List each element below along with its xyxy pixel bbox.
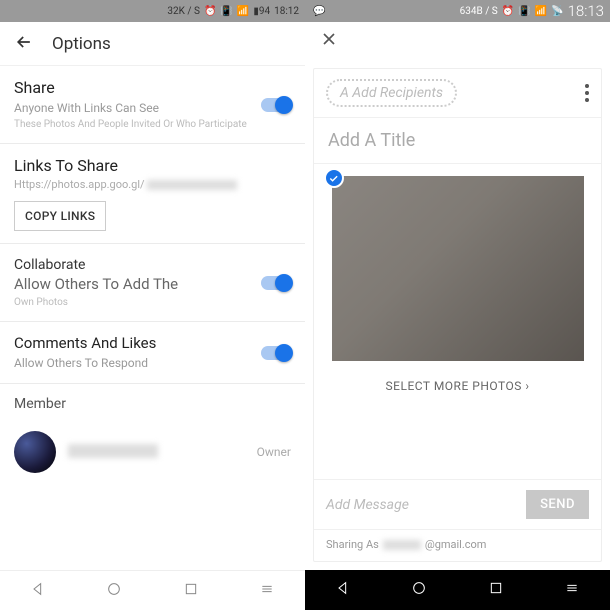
member-heading: Member bbox=[14, 396, 291, 412]
message-field[interactable]: Add Message bbox=[326, 497, 518, 513]
links-title: Links To Share bbox=[14, 156, 291, 175]
status-time-right: 18:13 bbox=[568, 2, 604, 20]
app-bar: Options bbox=[0, 22, 305, 66]
member-name bbox=[68, 443, 245, 462]
message-row: Add Message SEND bbox=[314, 479, 601, 529]
comments-title: Comments And Likes bbox=[14, 334, 291, 352]
status-speed: 32K / S bbox=[167, 6, 200, 17]
photo-area: SELECT MORE PHOTOS › bbox=[314, 164, 601, 433]
title-field[interactable]: Add A Title bbox=[314, 118, 601, 164]
left-pane: 32K / S ⏰ 📳 📶 ▮94 18:12 Options Share An… bbox=[0, 0, 305, 610]
share-subtitle: Anyone With Links Can See bbox=[14, 100, 291, 116]
close-icon[interactable] bbox=[319, 29, 339, 53]
status-bar-left: 32K / S ⏰ 📳 📶 ▮94 18:12 bbox=[0, 0, 305, 22]
photo-thumbnail[interactable] bbox=[332, 176, 584, 361]
share-section: Share Anyone With Links Can See These Ph… bbox=[0, 66, 305, 144]
sharing-as-row: Sharing As @gmail.com bbox=[314, 529, 601, 561]
signal-icon: 📶 bbox=[237, 6, 249, 17]
alarm-icon: ⏰ bbox=[204, 6, 216, 17]
add-recipients-field[interactable]: A Add Recipients bbox=[326, 79, 457, 107]
copy-link-button[interactable]: COPY LINKS bbox=[14, 201, 106, 231]
nav-bar-right bbox=[305, 570, 610, 610]
alarm-icon: ⏰ bbox=[502, 6, 514, 17]
compose-card: A Add Recipients Add A Title SELECT MORE… bbox=[313, 68, 602, 562]
links-section: Links To Share Https://photos.app.goo.gl… bbox=[0, 144, 305, 244]
wifi-icon: 📡 bbox=[551, 6, 563, 17]
recipients-row: A Add Recipients bbox=[314, 69, 601, 118]
collaborate-section: Collaborate Allow Others To Add The Own … bbox=[0, 244, 305, 322]
avatar bbox=[14, 431, 56, 473]
status-time: 18:12 bbox=[274, 6, 299, 17]
collaborate-title: Collaborate bbox=[14, 256, 291, 275]
nav-recent-icon[interactable] bbox=[183, 581, 199, 601]
member-row[interactable]: Owner bbox=[0, 417, 305, 487]
back-icon[interactable] bbox=[14, 32, 34, 56]
select-more-button[interactable]: SELECT MORE PHOTOS › bbox=[386, 379, 530, 393]
share-toggle[interactable] bbox=[261, 98, 291, 112]
comments-section: Comments And Likes Allow Others To Respo… bbox=[0, 322, 305, 384]
share-title: Share bbox=[14, 78, 291, 97]
nav-home-icon[interactable] bbox=[106, 581, 122, 601]
nav-menu-icon[interactable] bbox=[259, 581, 275, 601]
sharing-as-label: Sharing As bbox=[326, 538, 379, 551]
selected-check-icon bbox=[324, 168, 344, 188]
sharing-email-domain: @gmail.com bbox=[425, 538, 487, 551]
signal-icon: 📶 bbox=[535, 6, 547, 17]
page-title: Options bbox=[52, 34, 111, 54]
vibrate-icon: 📳 bbox=[220, 6, 232, 17]
collaborate-toggle[interactable] bbox=[261, 276, 291, 290]
member-heading-section: Member bbox=[0, 384, 305, 417]
share-caption: These Photos And People Invited Or Who P… bbox=[14, 118, 291, 131]
overflow-menu-icon[interactable] bbox=[585, 84, 589, 102]
nav-bar-left bbox=[0, 570, 305, 610]
nav-back-icon[interactable] bbox=[30, 581, 46, 601]
send-button[interactable]: SEND bbox=[526, 490, 589, 519]
share-url: Https://photos.app.goo.gl/ bbox=[14, 178, 291, 191]
comments-toggle[interactable] bbox=[261, 346, 291, 360]
right-pane: 💬 634B / S ⏰ 📳 📶 📡 18:13 A Add Recipient… bbox=[305, 0, 610, 610]
vibrate-icon: 📳 bbox=[518, 6, 530, 17]
sharing-email-blurred bbox=[383, 540, 421, 550]
member-role: Owner bbox=[257, 445, 291, 459]
collaborate-subtitle: Allow Others To Add The bbox=[14, 275, 291, 293]
whatsapp-icon: 💬 bbox=[313, 6, 325, 17]
nav-recent-icon[interactable] bbox=[488, 580, 504, 600]
status-speed-right: 634B / S bbox=[460, 6, 498, 17]
nav-menu-icon[interactable] bbox=[564, 580, 580, 600]
comments-subtitle: Allow Others To Respond bbox=[14, 355, 291, 371]
status-bar-right: 💬 634B / S ⏰ 📳 📶 📡 18:13 bbox=[305, 0, 610, 22]
battery-icon: ▮94 bbox=[253, 6, 270, 17]
compose-app-bar bbox=[305, 22, 610, 60]
nav-back-icon[interactable] bbox=[335, 580, 351, 600]
nav-home-icon[interactable] bbox=[411, 580, 427, 600]
collaborate-caption: Own Photos bbox=[14, 296, 291, 309]
